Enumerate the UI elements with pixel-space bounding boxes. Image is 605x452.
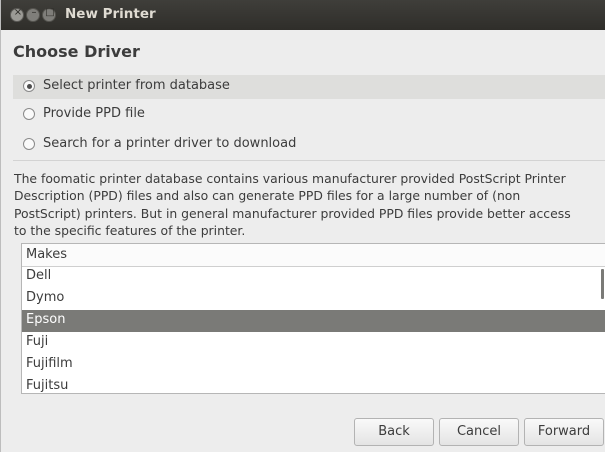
new-printer-dialog: × – □ New Printer Choose Driver Select p… — [0, 0, 605, 452]
divider — [13, 160, 605, 161]
list-item[interactable]: Fujitsu — [22, 376, 605, 393]
option-label: Provide PPD file — [43, 106, 145, 121]
maximize-icon[interactable]: □ — [42, 7, 56, 22]
description-line: PostScript) printers. But in general man… — [14, 205, 571, 221]
list-item-selected[interactable]: Epson — [22, 310, 605, 332]
list-item[interactable]: Fujifilm — [22, 354, 605, 376]
option-label: Select printer from database — [43, 78, 230, 93]
minimize-icon[interactable]: – — [26, 7, 40, 22]
title-bar[interactable]: × – □ New Printer — [1, 0, 605, 30]
cancel-button[interactable]: Cancel — [439, 418, 519, 446]
radio-button[interactable] — [23, 138, 35, 150]
list-item[interactable]: Dymo — [22, 288, 605, 310]
list-item-label: Fujifilm — [26, 356, 73, 371]
option-label: Search for a printer driver to download — [43, 136, 297, 151]
radio-button[interactable] — [23, 108, 35, 120]
makes-list[interactable]: Makes Dell Dymo Epson Fuji Fujifilm Fuji… — [21, 243, 605, 394]
list-item-label: Epson — [26, 312, 66, 327]
back-button[interactable]: Back — [354, 418, 434, 446]
option-search-driver-download[interactable]: Search for a printer driver to download — [13, 133, 605, 157]
description-text: The foomatic printer database contains v… — [14, 170, 604, 240]
forward-button[interactable]: Forward — [524, 418, 604, 446]
description-line: Description (PPD) files and also can gen… — [14, 188, 521, 204]
option-provide-ppd-file[interactable]: Provide PPD file — [13, 103, 605, 127]
description-line: to the specific features of the printer. — [14, 223, 246, 239]
makes-column-header[interactable]: Makes — [22, 244, 605, 267]
option-select-from-database[interactable]: Select printer from database — [13, 75, 605, 99]
radio-button-selected[interactable] — [23, 80, 35, 92]
list-item[interactable]: Fuji — [22, 332, 605, 354]
close-icon[interactable]: × — [10, 7, 24, 22]
column-header-label: Makes — [26, 247, 68, 262]
list-item-label: Fujitsu — [26, 378, 69, 393]
description-line: The foomatic printer database contains v… — [14, 171, 566, 186]
list-item-label: Dell — [26, 268, 52, 283]
page-title: Choose Driver — [13, 42, 140, 61]
scrollbar-thumb[interactable] — [601, 269, 604, 299]
list-item[interactable]: Dell — [22, 266, 605, 288]
window-title: New Printer — [65, 6, 156, 22]
list-item-label: Dymo — [26, 290, 65, 305]
list-item-label: Fuji — [26, 334, 49, 349]
